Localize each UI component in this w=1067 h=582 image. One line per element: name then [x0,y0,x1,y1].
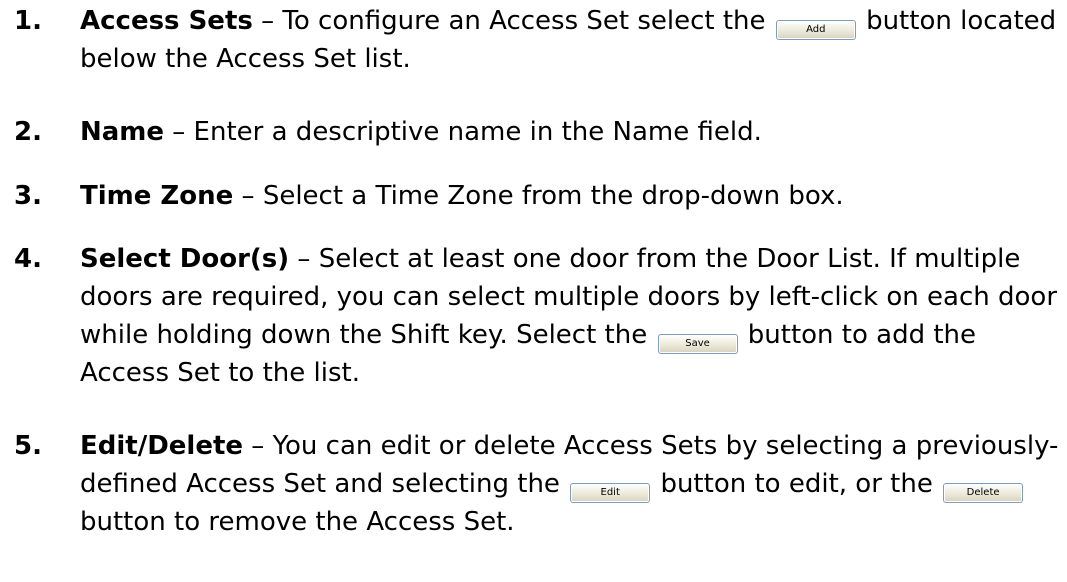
edit-button[interactable]: Edit [570,483,651,503]
step-text: – To configure an Access Set select the [252,6,774,36]
add-button[interactable]: Add [775,20,856,40]
step-text: button to remove the Access Set. [80,507,515,537]
step-number: 1. [14,6,42,36]
step-number: 2. [14,117,42,147]
step-number: 5. [14,431,42,461]
save-button[interactable]: Save [657,334,738,354]
step-body: Access Sets – To configure an Access Set… [80,2,1062,78]
step-term: Time Zone [80,181,234,211]
step-text: button to edit, or the [652,469,942,499]
delete-button[interactable]: Delete [943,483,1024,503]
step-text: – Enter a descriptive name in the Name f… [164,117,762,147]
step-number: 4. [14,244,42,274]
step-body: Edit/Delete – You can edit or delete Acc… [80,427,1062,541]
step-term: Access Sets [80,6,253,36]
step-text: – Select a Time Zone from the drop-down … [233,181,844,211]
step-body: Name – Enter a descriptive name in the N… [80,113,1062,151]
step-term: Select Door(s) [80,244,290,274]
step-body: Time Zone – Select a Time Zone from the … [80,177,1062,215]
step-term: Name [80,117,165,147]
step-term: Edit/Delete [80,431,244,461]
step-body: Select Door(s) – Select at least one doo… [80,240,1062,392]
instructions-page: 1. Access Sets – To configure an Access … [0,0,1067,582]
step-number: 3. [14,181,42,211]
